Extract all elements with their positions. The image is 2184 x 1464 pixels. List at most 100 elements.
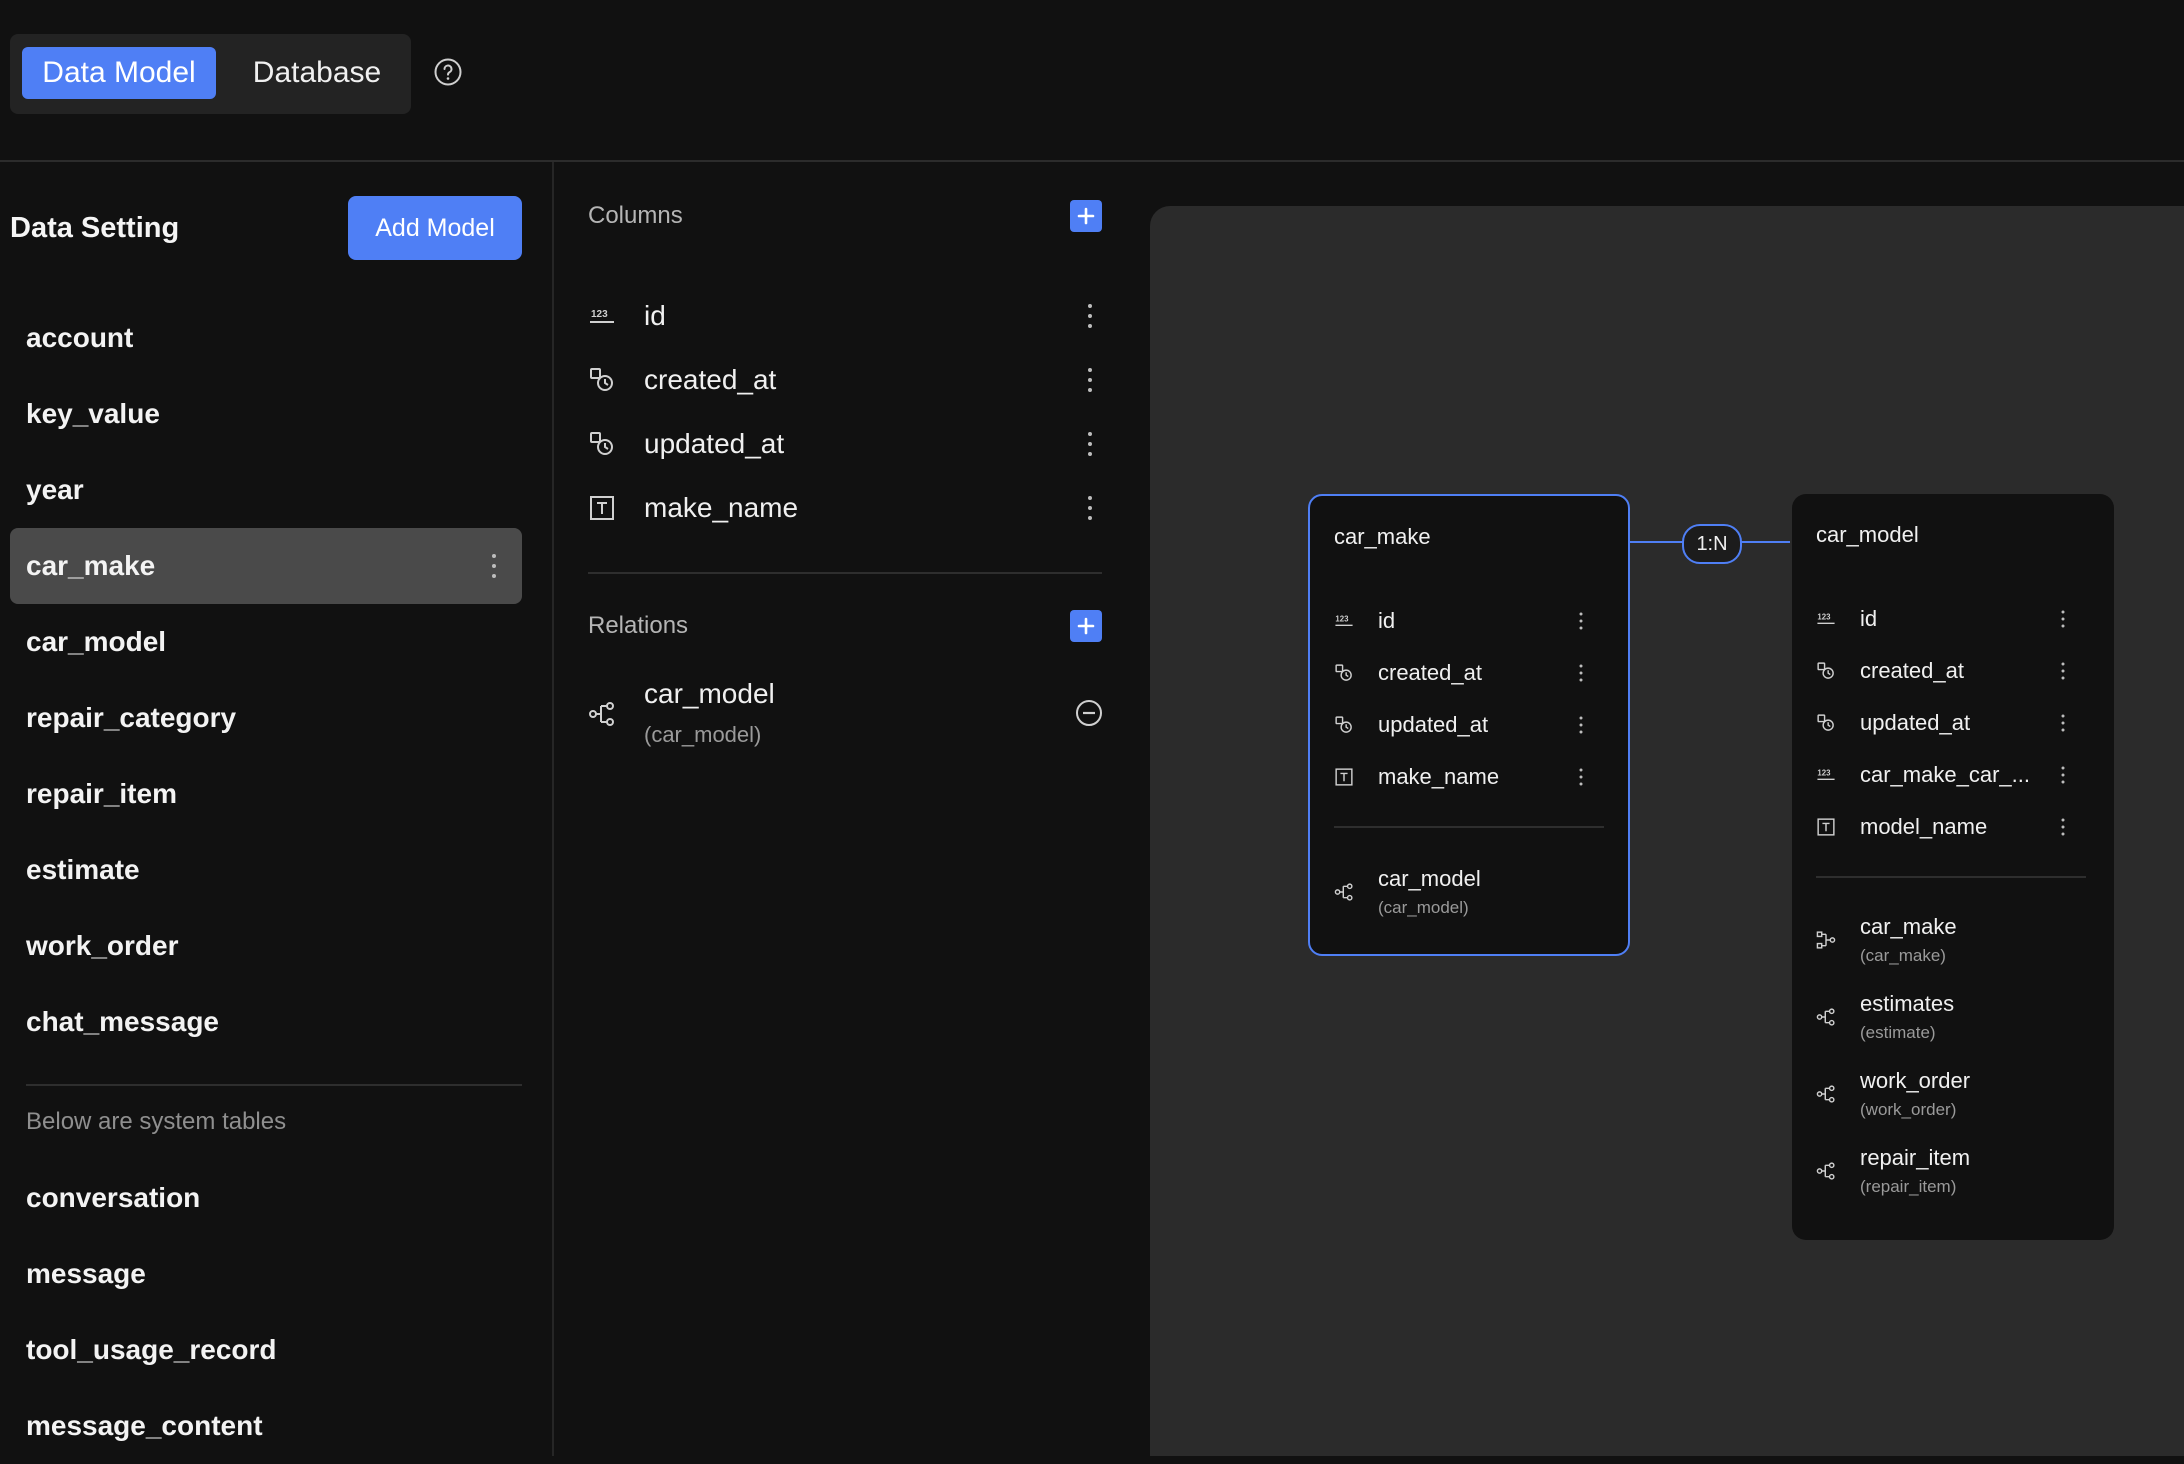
more-vertical-icon[interactable] xyxy=(2060,609,2066,629)
relation-cardinality-badge: 1:N xyxy=(1682,524,1742,564)
sidebar-item-label: repair_category xyxy=(26,702,237,733)
relation-icon xyxy=(1334,882,1354,902)
column-row-updated-at[interactable]: updated_at xyxy=(588,419,1104,469)
more-vertical-icon[interactable] xyxy=(490,552,498,580)
erd-column-row[interactable]: updated_at xyxy=(1334,705,1602,745)
erd-relation-name: repair_item xyxy=(1860,1145,1971,1170)
erd-relation-row[interactable]: repair_item (repair_item) xyxy=(1816,1145,2086,1205)
more-vertical-icon[interactable] xyxy=(1578,715,1584,735)
more-vertical-icon[interactable] xyxy=(2060,661,2066,681)
more-vertical-icon[interactable] xyxy=(1086,494,1094,522)
section-divider xyxy=(588,572,1102,574)
datetime-icon xyxy=(1334,715,1354,735)
question-circle-icon[interactable] xyxy=(434,58,462,86)
sidebar-item-label: year xyxy=(26,474,84,505)
number-icon: 123 xyxy=(588,302,616,330)
relation-name: car_model xyxy=(644,678,775,709)
erd-column-row[interactable]: 123 id xyxy=(1816,599,2084,639)
sidebar-item-label: key_value xyxy=(26,398,160,429)
erd-relation-target: (car_model) xyxy=(1378,898,1469,917)
sidebar-item-car-model[interactable]: car_model xyxy=(10,604,522,680)
erd-card-title: car_make xyxy=(1334,524,1431,549)
erd-column-name: updated_at xyxy=(1378,712,1489,737)
erd-card-car-model[interactable]: car_model 123 id created_at updated_at 1… xyxy=(1792,494,2114,1240)
more-vertical-icon[interactable] xyxy=(1578,767,1584,787)
sidebar-item-conversation[interactable]: conversation xyxy=(10,1160,522,1236)
more-vertical-icon[interactable] xyxy=(2060,765,2066,785)
erd-relation-row[interactable]: car_model (car_model) xyxy=(1334,866,1604,926)
erd-relation-name: car_model xyxy=(1378,866,1481,891)
erd-card-car-make[interactable]: car_make 123 id created_at updated_at ma… xyxy=(1308,494,1630,956)
erd-relation-row[interactable]: car_make (car_make) xyxy=(1816,914,2086,974)
more-vertical-icon[interactable] xyxy=(1086,430,1094,458)
sidebar-item-estimate[interactable]: estimate xyxy=(10,832,522,908)
erd-card-divider xyxy=(1816,876,2086,878)
erd-column-name: id xyxy=(1378,608,1396,633)
tab-database[interactable]: Database xyxy=(236,47,398,99)
text-icon xyxy=(588,494,616,522)
erd-column-row[interactable]: created_at xyxy=(1816,651,2084,691)
erd-relation-name: estimates xyxy=(1860,991,1955,1016)
erd-column-name: updated_at xyxy=(1860,710,1971,735)
sidebar-item-car-make[interactable]: car_make xyxy=(10,528,522,604)
add-relation-button[interactable] xyxy=(1070,610,1102,642)
sidebar-item-label: estimate xyxy=(26,854,140,885)
erd-column-row[interactable]: model_name xyxy=(1816,807,2084,847)
column-row-id[interactable]: 123 id xyxy=(588,291,1104,341)
relation-row-car-model[interactable]: car_model (car_model) xyxy=(588,674,1104,754)
erd-column-row[interactable]: created_at xyxy=(1334,653,1602,693)
svg-text:123: 123 xyxy=(1335,615,1349,624)
erd-relation-row[interactable]: work_order (work_order) xyxy=(1816,1068,2086,1128)
erd-column-row[interactable]: make_name xyxy=(1334,757,1602,797)
datetime-icon xyxy=(1334,663,1354,683)
sidebar-item-repair-category[interactable]: repair_category xyxy=(10,680,522,756)
sidebar-item-label: car_model xyxy=(26,626,167,657)
erd-relation-row[interactable]: estimates (estimate) xyxy=(1816,991,2086,1051)
relation-target: (car_model) xyxy=(644,722,762,747)
column-name: make_name xyxy=(644,492,799,523)
add-model-button[interactable]: Add Model xyxy=(348,196,522,260)
sidebar-item-message-content[interactable]: message_content xyxy=(10,1388,522,1464)
erd-relation-target: (estimate) xyxy=(1860,1023,1936,1042)
more-vertical-icon[interactable] xyxy=(1086,302,1094,330)
datetime-icon xyxy=(1816,713,1836,733)
erd-relation-target: (work_order) xyxy=(1860,1100,1957,1119)
more-vertical-icon[interactable] xyxy=(1578,663,1584,683)
add-column-button[interactable] xyxy=(1070,200,1102,232)
number-icon: 123 xyxy=(1816,765,1836,785)
sidebar-item-tool-usage-record[interactable]: tool_usage_record xyxy=(10,1312,522,1388)
more-vertical-icon[interactable] xyxy=(1578,611,1584,631)
mode-tab-group: Data Model Database xyxy=(10,34,411,114)
column-row-make-name[interactable]: make_name xyxy=(588,483,1104,533)
column-row-created-at[interactable]: created_at xyxy=(588,355,1104,405)
more-vertical-icon[interactable] xyxy=(2060,817,2066,837)
erd-column-row[interactable]: updated_at xyxy=(1816,703,2084,743)
erd-column-row[interactable]: 123 id xyxy=(1334,601,1602,641)
sidebar-title: Data Setting xyxy=(10,212,180,244)
sidebar-item-work-order[interactable]: work_order xyxy=(10,908,522,984)
more-vertical-icon[interactable] xyxy=(1086,366,1094,394)
column-name: id xyxy=(644,300,666,331)
tab-data-model[interactable]: Data Model xyxy=(22,47,216,99)
text-icon xyxy=(1334,767,1354,787)
sidebar-item-account[interactable]: account xyxy=(10,300,522,376)
text-icon xyxy=(1816,817,1836,837)
sidebar-item-message[interactable]: message xyxy=(10,1236,522,1312)
sidebar-item-chat-message[interactable]: chat_message xyxy=(10,984,522,1060)
system-tables-divider xyxy=(26,1084,522,1086)
sidebar-item-label: chat_message xyxy=(26,1006,220,1037)
sidebar-item-label: message_content xyxy=(26,1410,263,1441)
erd-column-name: car_make_car_... xyxy=(1860,762,2030,787)
more-vertical-icon[interactable] xyxy=(2060,713,2066,733)
erd-column-row[interactable]: 123 car_make_car_... xyxy=(1816,755,2084,795)
relation-icon xyxy=(588,700,616,728)
relation-icon xyxy=(1816,1161,1836,1181)
sidebar-item-key-value[interactable]: key_value xyxy=(10,376,522,452)
sidebar-item-year[interactable]: year xyxy=(10,452,522,528)
erd-relation-target: (repair_item) xyxy=(1860,1177,1957,1196)
plus-icon xyxy=(1070,200,1102,232)
datetime-icon xyxy=(1816,661,1836,681)
sidebar-item-repair-item[interactable]: repair_item xyxy=(10,756,522,832)
remove-circle-icon[interactable] xyxy=(1074,698,1104,728)
erd-column-name: model_name xyxy=(1860,814,1988,839)
